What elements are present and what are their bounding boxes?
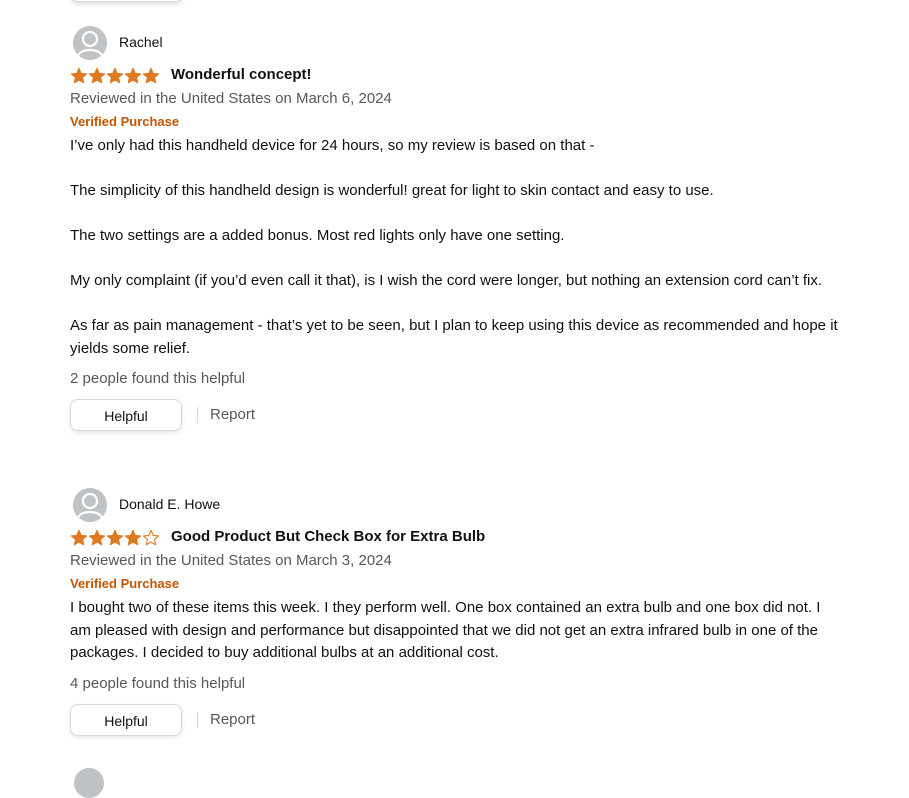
star-filled-icon [70,67,88,84]
previous-review-helpful-button[interactable] [70,0,184,2]
helpful-count: 4 people found this helpful [70,674,246,692]
reviewer-name[interactable]: Donald E. Howe [119,496,220,512]
review-paragraph: I’ve only had this handheld device for 2… [70,137,595,154]
action-divider [197,407,198,423]
review-date: Reviewed in the United States on March 6… [70,90,392,107]
reviewer-profile[interactable]: Donald E. Howe [70,488,840,522]
review-paragraph: I bought two of these items this week. I… [70,599,821,661]
helpful-count: 2 people found this helpful [70,370,246,387]
report-link[interactable]: Report [210,406,255,423]
review-card: Rachel Wonderful concept! Reviewed in th… [70,26,840,435]
review-card: Donald E. Howe Good Product But Check Bo… [70,488,840,740]
review-title-row: Good Product But Check Box for Extra Bul… [70,526,840,550]
helpful-button[interactable]: Helpful [70,399,182,431]
review-date: Reviewed in the United States on March 3… [70,552,392,569]
reviewer-profile[interactable]: Rachel [70,26,840,60]
review-paragraph: My only complaint (if you’d even call it… [70,272,823,289]
report-link[interactable]: Report [210,711,255,728]
review-title[interactable]: Good Product But Check Box for Extra Bul… [171,528,485,545]
star-empty-icon [142,529,160,546]
star-rating[interactable] [70,67,160,85]
review-body: I’ve only had this handheld device for 2… [70,135,840,360]
review-body: I bought two of these items this week. I… [70,597,840,665]
review-title-row: Wonderful concept! [70,64,840,88]
star-filled-icon [124,529,142,546]
star-filled-icon [88,67,106,84]
star-rating[interactable] [70,529,160,547]
review-paragraph: The simplicity of this handheld design i… [70,182,714,199]
star-filled-icon [124,67,142,84]
next-review-avatar-icon [74,768,104,798]
verified-purchase-badge: Verified Purchase [70,576,180,591]
review-actions: Helpful Report [70,399,840,435]
star-filled-icon [106,529,124,546]
review-actions: Helpful Report [70,703,840,740]
star-filled-icon [106,67,124,84]
helpful-button[interactable]: Helpful [70,703,182,736]
action-divider [197,711,198,728]
review-paragraph: As far as pain management - that’s yet t… [70,317,838,357]
avatar-icon [73,488,107,522]
avatar-icon [73,26,107,60]
star-filled-icon [88,529,106,546]
star-filled-icon [142,67,160,84]
reviewer-name[interactable]: Rachel [119,34,163,50]
review-paragraph: The two settings are a added bonus. Most… [70,227,565,244]
verified-purchase-badge: Verified Purchase [70,114,180,129]
review-title[interactable]: Wonderful concept! [171,66,312,83]
star-filled-icon [70,529,88,546]
